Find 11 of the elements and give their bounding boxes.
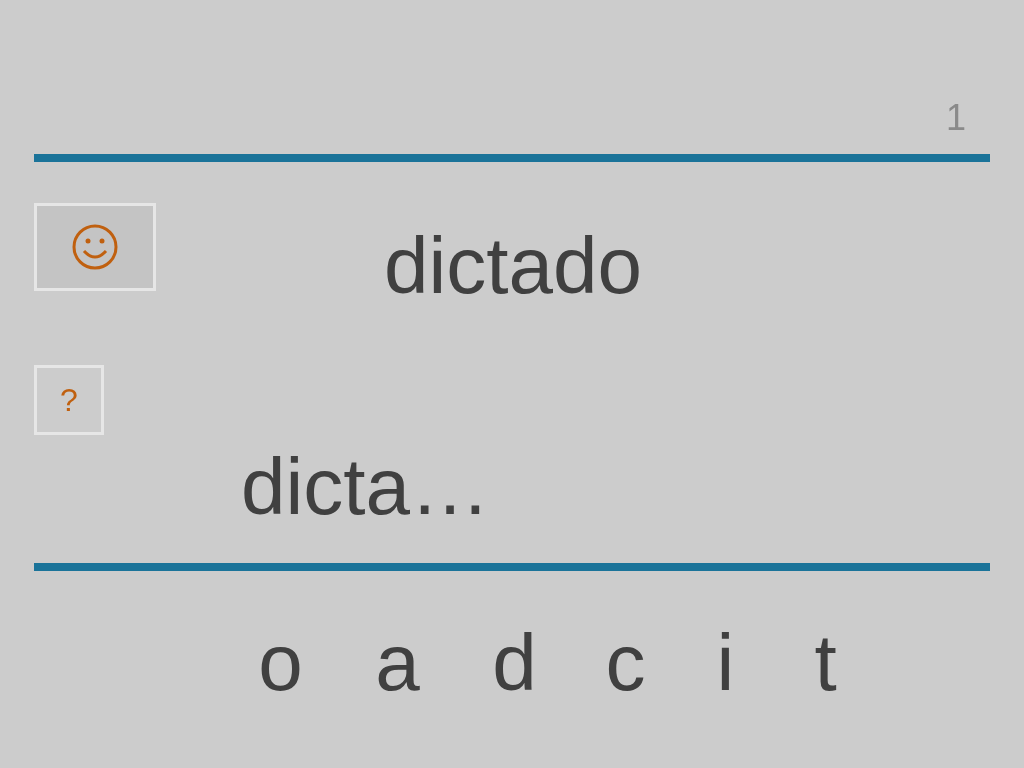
letter-tile[interactable]: a <box>339 623 456 703</box>
answer-text: dicta… <box>241 447 491 527</box>
letter-tile[interactable]: t <box>773 623 878 703</box>
letter-tile[interactable]: d <box>456 623 573 703</box>
page-number: 1 <box>945 100 966 136</box>
letter-tile[interactable]: o <box>222 623 339 703</box>
smiley-icon <box>71 223 119 271</box>
audio-button[interactable] <box>34 203 156 291</box>
letter-tile[interactable]: c <box>573 623 678 703</box>
target-word: dictado <box>384 226 642 312</box>
letter-tile[interactable]: i <box>678 623 773 703</box>
